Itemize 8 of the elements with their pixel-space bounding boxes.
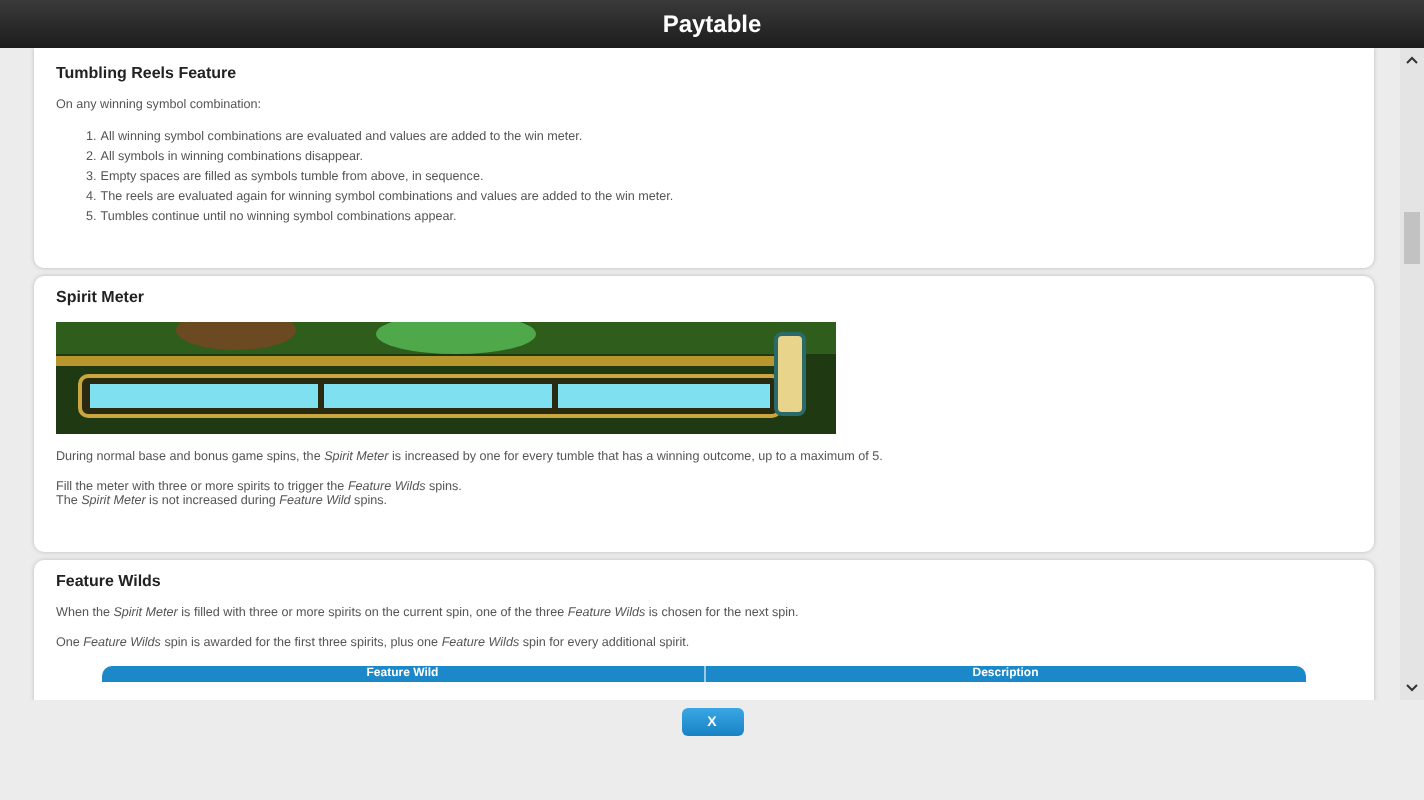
scroll-up-icon[interactable] — [1406, 56, 1418, 64]
scroll-thumb[interactable] — [1404, 212, 1420, 264]
scroll-down-icon[interactable] — [1406, 684, 1418, 692]
section-title: Tumbling Reels Feature — [56, 64, 239, 82]
section-title: Feature Wilds — [56, 572, 163, 590]
section-title: Spirit Meter — [56, 288, 147, 306]
window-title: Paytable — [662, 10, 762, 38]
scrollbar[interactable] — [1400, 48, 1424, 700]
